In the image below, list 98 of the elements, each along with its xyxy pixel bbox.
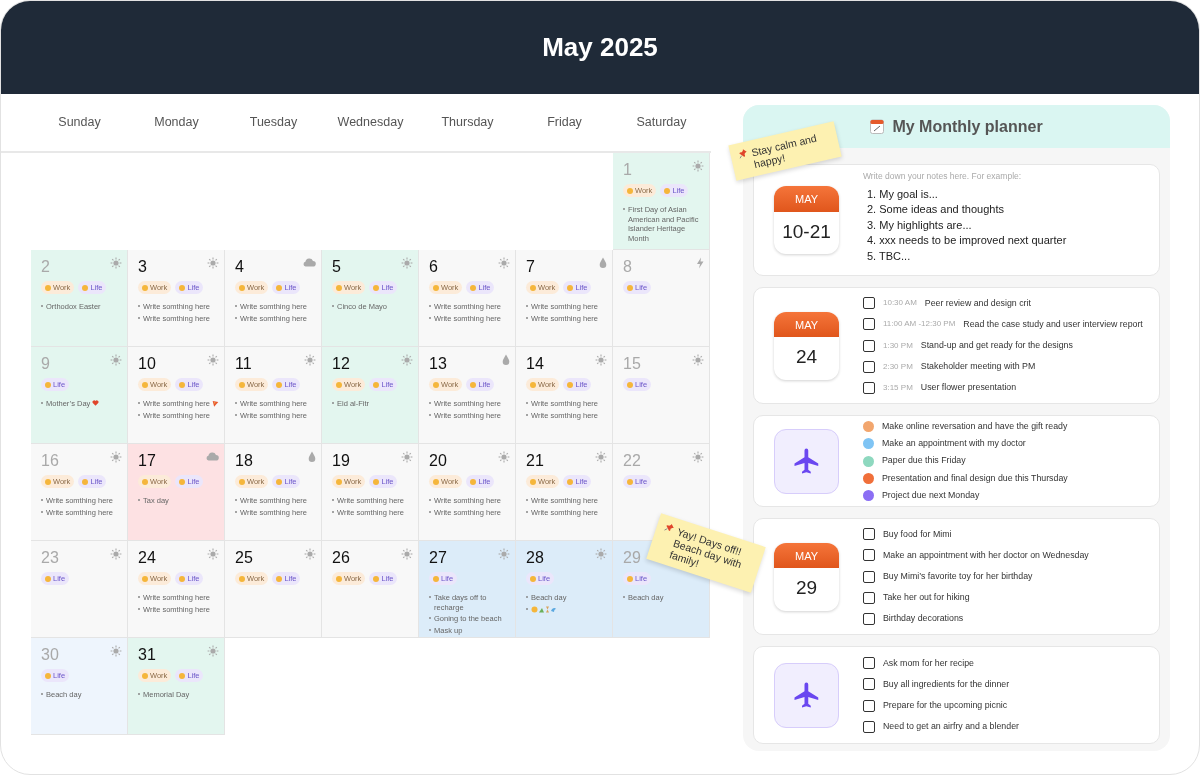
checkbox[interactable]: [863, 318, 875, 331]
task-text: Birthday decorations: [883, 612, 964, 626]
task-text: Need to get an airfry and a blender: [883, 720, 1019, 734]
day-number: 2: [41, 257, 50, 277]
day-number: 22: [623, 451, 641, 471]
date-label: 10-21: [781, 219, 832, 244]
emoji-drawing: [531, 605, 557, 613]
task-text: Buy all ingredients for the dinner: [883, 677, 1010, 691]
day-number: 3: [138, 257, 147, 277]
task-text: Buy Mimi’s favorite toy for her birthday: [883, 569, 1033, 583]
time-label: 2:30 PM: [883, 360, 913, 373]
task-text: Make online reversation and have the gift ready: [882, 420, 1068, 434]
checkbox[interactable]: [863, 570, 875, 583]
day-number: 8: [623, 257, 632, 277]
task-text: Stand-up and get ready for the designs: [920, 338, 1073, 352]
day-number: 31: [138, 645, 156, 665]
day-number: 14: [526, 354, 544, 374]
list-item: 1. My goal is...: [866, 186, 939, 202]
month-label: MAY: [774, 311, 839, 337]
task-text: Peer review and design crit: [924, 296, 1031, 310]
day-number: 16: [41, 451, 59, 471]
day-number: 12: [332, 354, 350, 374]
task-text: Stakeholder meeting with PM: [920, 360, 1036, 374]
day-number: 5: [332, 257, 341, 277]
date-label: 29: [794, 576, 819, 600]
heart-icon: [92, 400, 100, 406]
task-text: Prepare for the upcoming picnic: [883, 699, 1008, 712]
weekday-label: Wednesday: [336, 114, 405, 132]
day-number: 13: [429, 354, 447, 374]
task-text: Read the case study and user interview report: [963, 317, 1143, 331]
day-number: 6: [429, 257, 438, 277]
month-label: MAY: [774, 186, 839, 212]
weekday-label: Monday: [153, 114, 200, 132]
checkbox[interactable]: [863, 381, 875, 394]
checkbox[interactable]: [863, 591, 875, 604]
sticky-text: Yay! Days off!! Beach day with family!: [668, 525, 745, 573]
task-text: User flower presentation: [920, 381, 1017, 395]
day-number: 28: [526, 548, 544, 568]
task-text: Project due next Monday: [882, 488, 980, 502]
task-text: Presentation and final design due this Thursday: [882, 471, 1068, 485]
day-number: 27: [429, 548, 447, 568]
time-label: 10:30 AM: [883, 297, 917, 310]
day-number: 4: [235, 257, 244, 277]
task-text: Paper due this Friday: [882, 454, 966, 468]
day-number: 30: [41, 645, 59, 665]
day-number: 25: [235, 548, 253, 568]
pushpin-icon: [663, 521, 676, 534]
checkbox[interactable]: [863, 297, 875, 310]
day-number: 11: [235, 354, 252, 374]
calendar-icon: [870, 119, 885, 134]
time-label: 11:00 AM -12:30 PM: [883, 318, 956, 331]
list-item: 2. Some ideas and thoughts: [866, 202, 1005, 218]
checkbox[interactable]: [863, 528, 875, 541]
checkbox[interactable]: [863, 699, 875, 712]
checkbox[interactable]: [863, 612, 875, 625]
list-item: 5. TBC...: [866, 248, 912, 264]
pushpin-icon: [737, 147, 749, 160]
time-label: 3:15 PM: [883, 381, 913, 394]
weekday-label: Saturday: [635, 114, 688, 132]
time-label: 1:30 PM: [883, 339, 913, 352]
checkbox[interactable]: [863, 657, 875, 670]
checkbox[interactable]: [863, 720, 875, 733]
calendar-title: May 2025: [542, 31, 658, 64]
checkbox[interactable]: [863, 549, 875, 562]
day-number: 23: [41, 548, 59, 568]
day-number: 21: [526, 451, 544, 471]
weekday-label: Thursday: [440, 114, 495, 132]
day-number: 10: [138, 354, 156, 374]
hint-text: Write down your notes here. For example:: [863, 169, 1023, 183]
day-number: 9: [41, 354, 50, 374]
sticky-text: Stay calm and happy!: [750, 130, 819, 171]
task-text: Make an appointment with her doctor on Wednesday: [883, 548, 1089, 562]
task-text: Make an appointment with my doctor: [882, 437, 1026, 451]
day-number: 15: [623, 354, 641, 374]
pizza-slice-icon: [212, 400, 219, 407]
day-number: 19: [332, 451, 350, 471]
task-text: Take her out for hiking: [883, 591, 970, 605]
day-number: 24: [138, 548, 156, 568]
checkbox[interactable]: [863, 678, 875, 691]
list-item: 3. My highlights are...: [866, 217, 973, 233]
checkbox[interactable]: [863, 360, 875, 373]
day-number: 17: [138, 451, 156, 471]
day-number: 1: [623, 160, 632, 180]
weekday-label: Friday: [546, 114, 583, 132]
day-number: 18: [235, 451, 253, 471]
date-label: 24: [794, 345, 819, 369]
planner-title: My Monthly planner: [892, 116, 1043, 137]
day-number: 20: [429, 451, 447, 471]
weekday-label: Sunday: [57, 114, 102, 132]
weekday-label: Tuesday: [248, 114, 299, 132]
checkbox[interactable]: [863, 339, 875, 352]
list-item: 4. xxx needs to be improved next quarter: [866, 233, 1067, 249]
month-label: MAY: [774, 542, 839, 568]
day-number: 26: [332, 548, 350, 568]
day-number: 29: [623, 548, 641, 568]
task-text: Buy food for Mimi: [883, 527, 952, 541]
day-number: 7: [526, 257, 535, 277]
task-text: Ask mom for her recipe: [883, 656, 974, 670]
